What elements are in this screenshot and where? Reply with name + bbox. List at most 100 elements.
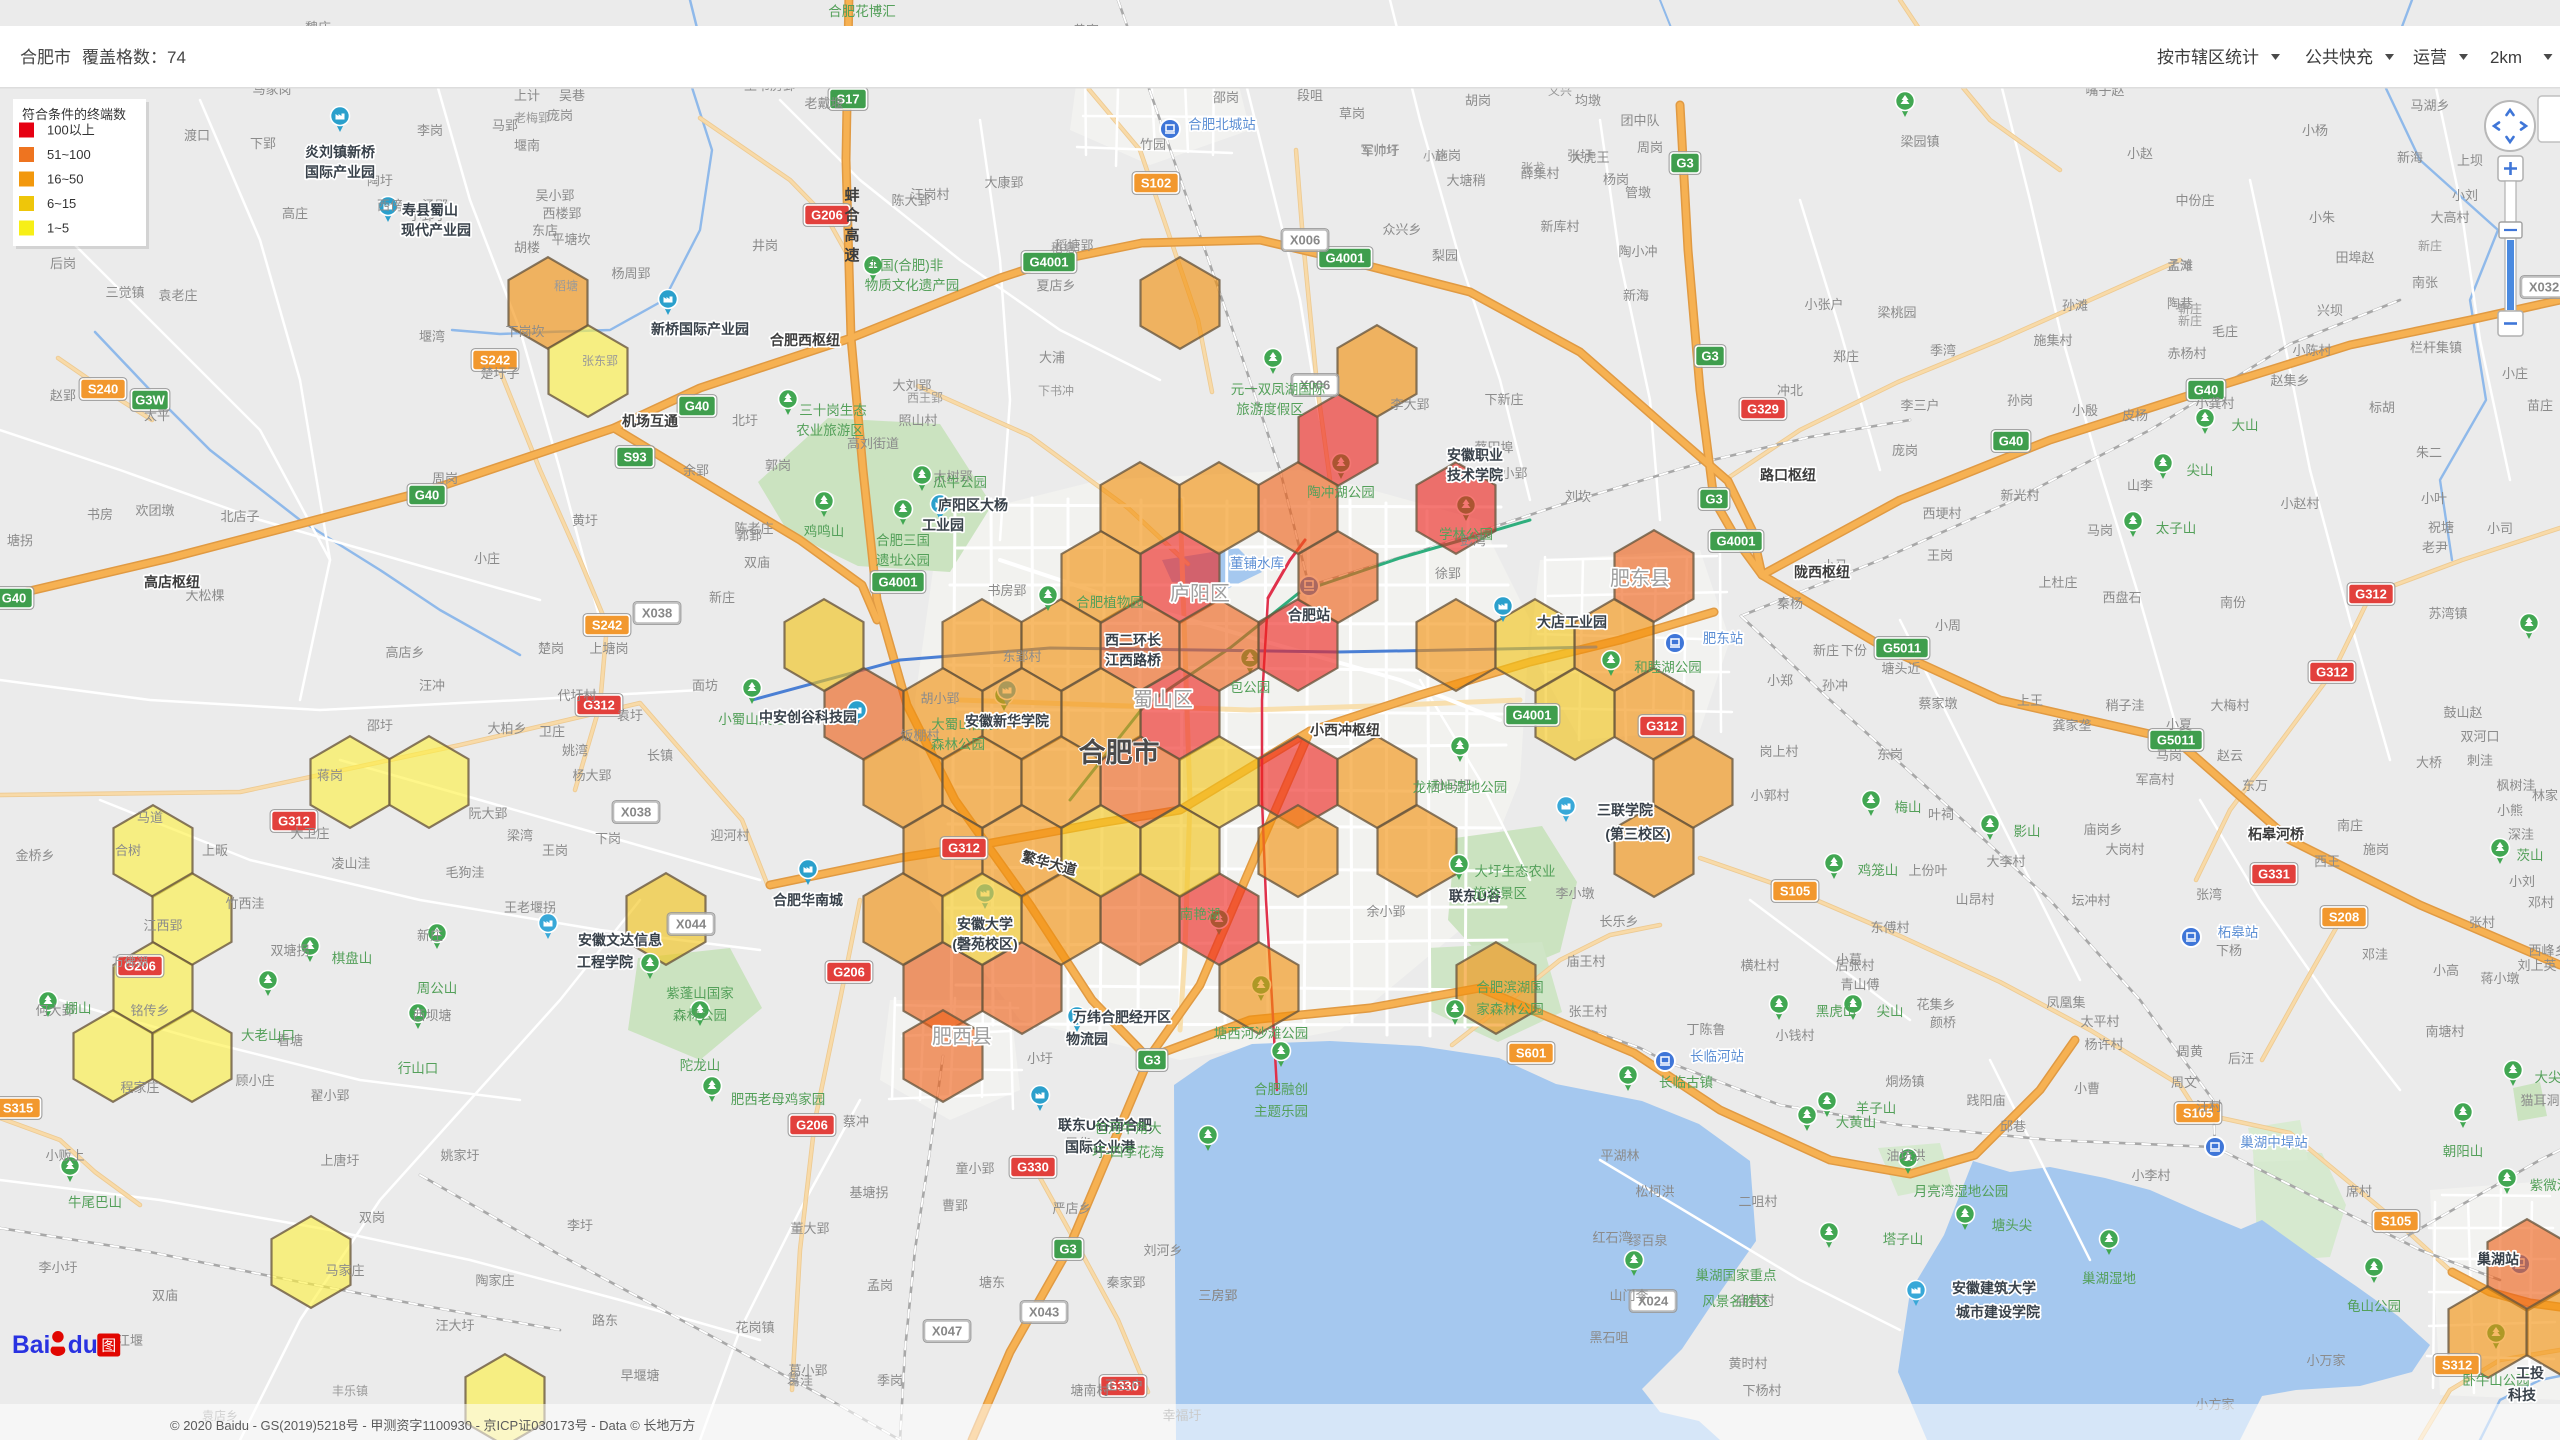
svg-text:程家庄: 程家庄 <box>120 1080 159 1095</box>
svg-text:小庄: 小庄 <box>2502 366 2528 381</box>
svg-text:下郢: 下郢 <box>250 136 276 151</box>
svg-text:速: 速 <box>844 246 859 264</box>
svg-text:100以上: 100以上 <box>47 123 95 138</box>
svg-text:赵集乡: 赵集乡 <box>2270 373 2309 388</box>
svg-text:G4001: G4001 <box>1716 534 1755 549</box>
svg-text:堰湾: 堰湾 <box>419 329 445 344</box>
svg-text:太平村: 太平村 <box>2080 1014 2119 1029</box>
svg-text:上畈: 上畈 <box>202 843 228 858</box>
svg-text:西王: 西王 <box>2314 854 2340 869</box>
svg-text:G330: G330 <box>1017 1160 1049 1175</box>
svg-text:王三户: 王三户 <box>1104 1378 1143 1393</box>
svg-text:合树: 合树 <box>115 843 141 858</box>
svg-text:下岗坎: 下岗坎 <box>505 324 544 339</box>
svg-text:缪百泉: 缪百泉 <box>1628 1233 1667 1248</box>
svg-text:2km: 2km <box>2490 48 2522 67</box>
svg-text:合肥西枢纽: 合肥西枢纽 <box>770 332 840 348</box>
svg-text:旅游度假区: 旅游度假区 <box>1236 402 1304 417</box>
svg-text:董铺水库: 董铺水库 <box>1230 556 1284 571</box>
svg-text:吴巷: 吴巷 <box>559 88 585 103</box>
svg-text:鸡鸣山: 鸡鸣山 <box>804 523 845 539</box>
svg-text:北圩: 北圩 <box>732 413 758 428</box>
svg-text:大高村: 大高村 <box>2430 210 2469 225</box>
svg-text:X006: X006 <box>1290 233 1320 248</box>
svg-text:大桥: 大桥 <box>2416 755 2442 770</box>
svg-text:X044: X044 <box>676 917 707 932</box>
svg-text:庙王村: 庙王村 <box>1566 954 1605 969</box>
svg-text:小钱村: 小钱村 <box>1775 1028 1814 1043</box>
svg-text:汪村: 汪村 <box>2196 1099 2222 1114</box>
svg-text:安徽大学: 安徽大学 <box>957 916 1013 932</box>
svg-text:G206: G206 <box>811 208 843 223</box>
svg-text:孟岗: 孟岗 <box>867 1278 893 1293</box>
svg-text:新桥国际产业园: 新桥国际产业园 <box>651 321 749 337</box>
svg-text:东万: 东万 <box>2242 778 2268 793</box>
svg-text:小高: 小高 <box>2433 963 2459 978</box>
svg-text:双岗: 双岗 <box>359 1210 385 1225</box>
svg-text:西坝塘: 西坝塘 <box>412 1008 451 1023</box>
svg-text:西王郢: 西王郢 <box>907 391 943 405</box>
svg-text:姚湾: 姚湾 <box>562 743 588 758</box>
svg-text:江堰: 江堰 <box>117 1333 143 1348</box>
svg-text:鸡笼山: 鸡笼山 <box>1858 862 1899 878</box>
svg-text:黄圩: 黄圩 <box>572 513 598 528</box>
svg-text:早堰塘: 早堰塘 <box>620 1368 659 1383</box>
svg-text:施集村: 施集村 <box>2033 333 2072 348</box>
svg-text:叶祠: 叶祠 <box>1928 807 1954 822</box>
svg-text:梁桃园: 梁桃园 <box>1877 305 1916 320</box>
svg-text:江西郢: 江西郢 <box>143 918 182 933</box>
svg-text:平湖林: 平湖林 <box>1600 1148 1639 1163</box>
svg-text:欢团墩: 欢团墩 <box>135 503 174 518</box>
svg-text:庞岗: 庞岗 <box>1892 443 1918 458</box>
svg-text:王老堰拐: 王老堰拐 <box>504 900 556 915</box>
svg-text:渡口: 渡口 <box>184 128 210 143</box>
svg-text:赤杨村: 赤杨村 <box>2167 346 2206 361</box>
svg-text:物流园: 物流园 <box>1066 1031 1108 1047</box>
svg-text:双庙: 双庙 <box>152 1288 178 1303</box>
svg-text:小司: 小司 <box>2487 521 2513 536</box>
svg-text:城市建设学院: 城市建设学院 <box>1956 1304 2040 1320</box>
svg-text:陶冲湖公园: 陶冲湖公园 <box>1307 485 1375 500</box>
svg-text:余小郢: 余小郢 <box>1366 904 1405 919</box>
svg-text:S105: S105 <box>1780 884 1810 899</box>
svg-text:周黄: 周黄 <box>2177 1044 2203 1059</box>
svg-text:路东: 路东 <box>592 1313 618 1328</box>
svg-text:符合条件的终端数: 符合条件的终端数 <box>22 107 126 122</box>
svg-text:李小圩: 李小圩 <box>38 1260 77 1275</box>
svg-text:颜桥: 颜桥 <box>1930 1015 1956 1030</box>
svg-text:S93: S93 <box>623 450 646 465</box>
svg-text:新庄: 新庄 <box>417 928 443 943</box>
svg-text:下新庄: 下新庄 <box>1484 392 1523 407</box>
svg-text:S242: S242 <box>592 618 622 633</box>
svg-text:郭岗: 郭岗 <box>765 458 791 473</box>
svg-text:公共快充: 公共快充 <box>2305 48 2373 67</box>
svg-text:严店乡: 严店乡 <box>1052 1201 1091 1216</box>
svg-text:苏湾镇: 苏湾镇 <box>2428 606 2467 621</box>
svg-text:军高村: 军高村 <box>2135 772 2174 787</box>
svg-text:毛狗洼: 毛狗洼 <box>445 865 484 880</box>
svg-text:毛庄: 毛庄 <box>2212 324 2238 339</box>
svg-text:江西路桥: 江西路桥 <box>1105 652 1162 668</box>
svg-text:X038: X038 <box>642 606 672 621</box>
svg-text:面坊: 面坊 <box>692 678 718 693</box>
svg-text:西峰乡: 西峰乡 <box>2528 943 2560 958</box>
svg-text:小陈村: 小陈村 <box>2292 343 2331 358</box>
svg-text:陶小冲: 陶小冲 <box>1618 244 1657 259</box>
svg-text:紫微洞: 紫微洞 <box>2530 1178 2560 1193</box>
svg-text:三联学院: 三联学院 <box>1597 802 1653 818</box>
svg-text:松柯洪: 松柯洪 <box>1635 1184 1674 1199</box>
svg-text:大圩生态农业: 大圩生态农业 <box>1475 864 1556 879</box>
svg-text:新庄: 新庄 <box>1813 643 1839 658</box>
svg-text:黑石咀: 黑石咀 <box>1589 1330 1628 1345</box>
svg-text:梁湾: 梁湾 <box>507 828 533 843</box>
svg-text:大柏乡: 大柏乡 <box>487 721 526 736</box>
svg-text:小圩: 小圩 <box>1027 1051 1053 1066</box>
svg-text:巢湖中垾站: 巢湖中垾站 <box>2240 1135 2308 1150</box>
svg-text:按市辖区统计: 按市辖区统计 <box>2157 48 2259 67</box>
svg-text:王岗: 王岗 <box>542 843 568 858</box>
svg-text:稻塘: 稻塘 <box>1051 240 1075 255</box>
svg-text:余郢: 余郢 <box>683 463 709 478</box>
svg-text:太子山: 太子山 <box>2156 521 2197 536</box>
svg-text:合肥植物园: 合肥植物园 <box>1076 595 1144 610</box>
svg-text:大塘稍: 大塘稍 <box>1446 173 1485 188</box>
